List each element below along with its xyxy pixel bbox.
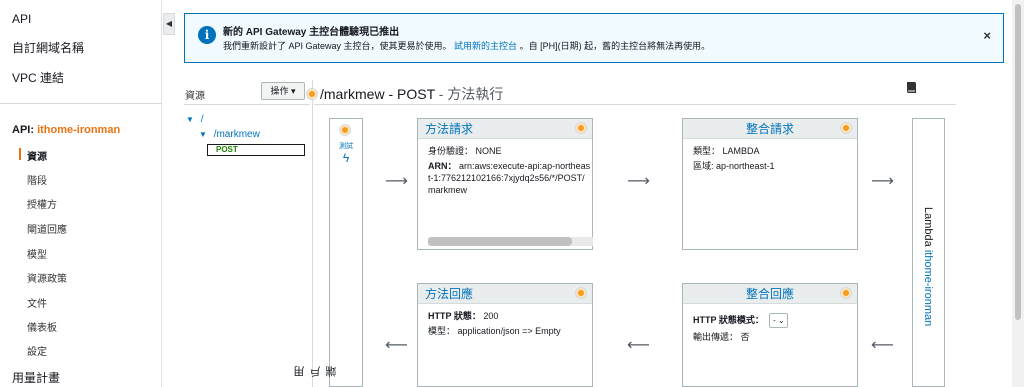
horizontal-scrollbar[interactable] <box>428 237 593 246</box>
method-response-box: 方法回應 HTTP 狀態： 200 模型： application/json =… <box>417 283 593 387</box>
integration-request-header[interactable]: 整合請求 <box>683 119 857 139</box>
sidebar-item-authorizers[interactable]: 授權方 <box>27 196 57 211</box>
lightning-icon[interactable]: ϟ <box>330 151 362 165</box>
title-divider <box>314 104 956 105</box>
caret-down-icon: ▾ <box>291 86 296 96</box>
sidebar-active-indicator <box>19 148 21 160</box>
sidebar-item-resources[interactable]: 資源 <box>27 148 47 163</box>
resources-label: 資源 <box>185 91 205 102</box>
sidebar-item-custom-domains[interactable]: 自訂網域名稱 <box>12 39 84 56</box>
page-scrollbar[interactable] <box>1012 0 1024 387</box>
sidebar-collapse-button[interactable]: ◀ <box>163 13 175 35</box>
arrow-left-icon: ⟵ <box>627 337 650 354</box>
caret-down-icon: ▼ <box>186 115 194 124</box>
banner-title: 新的 API Gateway 主控台體驗現已推出 <box>223 27 400 38</box>
lambda-panel: Lambda ithome-ironman <box>912 118 945 387</box>
status-dot-icon <box>576 123 586 133</box>
sidebar-item-documentation[interactable]: 文件 <box>27 295 47 310</box>
sidebar-item-api[interactable]: API <box>12 12 31 26</box>
arn-row: ARN： arn:aws:execute-api:ap-northeast-1:… <box>428 161 591 195</box>
method-request-box: 方法請求 身份驗證： NONE ARN： arn:aws:execute-api… <box>417 118 593 250</box>
book-icon[interactable] <box>905 81 918 97</box>
integration-response-header[interactable]: 整合回應 <box>683 284 857 304</box>
sidebar-item-usage-plans[interactable]: 用量計畫 <box>12 369 60 386</box>
client-panel: 測試 ϟ 用戶端 <box>294 118 363 387</box>
arrow-right-icon: ⟶ <box>627 173 650 190</box>
client-label: 用戶端 <box>294 366 338 377</box>
arrow-right-icon: ⟶ <box>385 173 408 190</box>
sidebar-item-stages[interactable]: 階段 <box>27 172 47 187</box>
status-dot-icon <box>576 288 586 298</box>
sidebar-item-dashboard[interactable]: 儀表板 <box>27 319 57 334</box>
tree-item-root[interactable]: ▼ / <box>186 114 203 125</box>
passthrough-row: 輸出傳遞： 否 <box>693 332 750 342</box>
close-icon[interactable]: × <box>983 28 991 43</box>
try-new-console-link[interactable]: 試用新的主控台 <box>454 41 517 51</box>
actions-button[interactable]: 操作 ▾ <box>261 82 305 100</box>
sidebar-item-gateway-responses[interactable]: 閘道回應 <box>27 221 67 236</box>
method-response-header[interactable]: 方法回應 <box>418 284 592 304</box>
sidebar-api-name[interactable]: API: ithome-ironman <box>12 124 120 136</box>
arrow-left-icon: ⟵ <box>871 337 894 354</box>
banner-text: 我們重新設計了 API Gateway 主控台，使其更易於使用。 試用新的主控台… <box>223 41 711 51</box>
sidebar-divider <box>0 103 162 104</box>
sidebar-item-vpc-links[interactable]: VPC 連結 <box>12 69 64 86</box>
lambda-label: Lambda ithome-ironman <box>922 207 934 327</box>
http-status-mode-row: HTTP 狀態模式： - ⌄ <box>683 313 857 328</box>
integration-request-box: 整合請求 類型： LAMBDA 區域: ap-northeast-1 <box>682 118 858 250</box>
status-dot-icon <box>841 288 851 298</box>
sidebar-item-settings[interactable]: 設定 <box>27 343 47 358</box>
sidebar: API 自訂網域名稱 VPC 連結 API: ithome-ironman 資源… <box>0 0 162 387</box>
info-banner: i 新的 API Gateway 主控台體驗現已推出 我們重新設計了 API G… <box>184 13 1004 63</box>
status-dot-icon <box>307 89 317 99</box>
status-dot-icon <box>841 123 851 133</box>
sidebar-item-resource-policy[interactable]: 資源政策 <box>27 270 67 285</box>
sidebar-item-models[interactable]: 模型 <box>27 246 47 261</box>
caret-down-icon: ▼ <box>199 130 207 139</box>
resources-divider <box>184 104 310 105</box>
test-link[interactable]: 測試 <box>330 141 362 151</box>
tree-item-markmew[interactable]: ▼ /markmew <box>199 129 260 140</box>
chevron-down-icon: ⌄ <box>777 316 785 325</box>
panel-divider <box>312 80 313 387</box>
arrow-left-icon: ⟵ <box>385 337 408 354</box>
method-request-header[interactable]: 方法請求 <box>418 119 592 139</box>
model-row: 模型： application/json => Empty <box>428 326 561 336</box>
info-icon: i <box>198 26 216 44</box>
status-mode-select[interactable]: - ⌄ <box>769 313 789 328</box>
integration-response-box: 整合回應 HTTP 狀態模式： - ⌄ 輸出傳遞： 否 <box>682 283 858 387</box>
arrow-right-icon: ⟶ <box>871 173 894 190</box>
region-row: 區域: ap-northeast-1 <box>693 161 775 171</box>
type-row: 類型： LAMBDA <box>693 146 760 156</box>
page-title: /markmew - POST - 方法執行 <box>320 86 504 102</box>
http-status-row: HTTP 狀態： 200 <box>428 311 499 321</box>
tree-item-post[interactable]: POST <box>207 144 305 156</box>
lambda-function-link[interactable]: ithome-ironman <box>922 250 934 326</box>
status-dot-icon <box>340 125 350 135</box>
auth-row: 身份驗證： NONE <box>428 146 502 156</box>
